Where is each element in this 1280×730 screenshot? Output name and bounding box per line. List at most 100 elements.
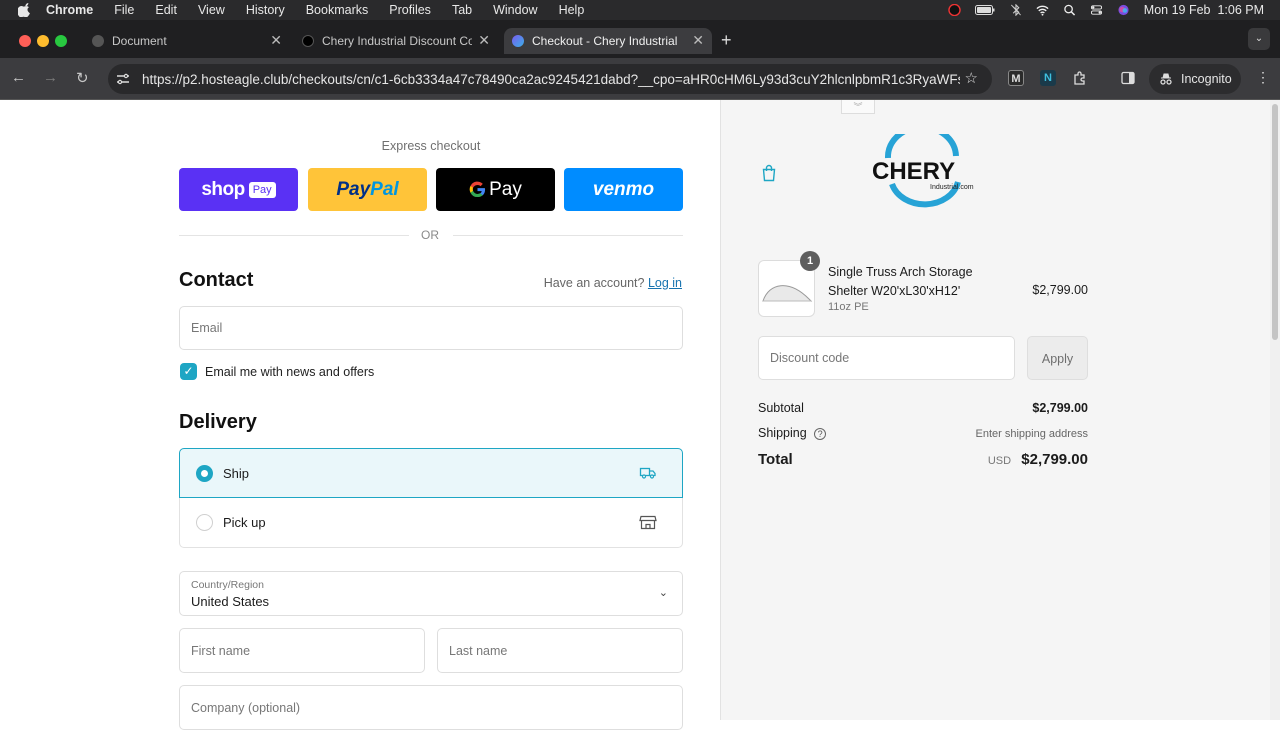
last-name-field[interactable]: Last name	[437, 628, 683, 673]
os-menubar: Chrome File Edit View History Bookmarks …	[0, 0, 1280, 20]
store-icon	[639, 515, 657, 530]
divider	[179, 235, 409, 236]
reload-icon[interactable]: ↻	[76, 69, 89, 87]
tab-favicon-icon	[512, 35, 524, 47]
divider	[453, 235, 683, 236]
spotlight-search-icon[interactable]	[1063, 4, 1076, 16]
incognito-label: Incognito	[1181, 72, 1232, 86]
bookmark-star-icon[interactable]: ☆	[965, 69, 978, 87]
delivery-option-pickup[interactable]: Pick up	[179, 498, 683, 548]
incognito-indicator[interactable]: Incognito	[1149, 64, 1241, 94]
tab-checkout-active[interactable]: Checkout - Chery Industrial ✕	[504, 28, 712, 54]
google-g-icon	[469, 181, 486, 198]
shopping-bag-icon[interactable]	[761, 164, 777, 182]
shop-pay-button[interactable]: shop Pay	[179, 168, 298, 211]
address-bar[interactable]: https://p2.hosteagle.club/checkouts/cn/c…	[108, 64, 992, 94]
pickup-label: Pick up	[223, 515, 266, 530]
back-arrow-icon[interactable]: ←	[11, 69, 26, 86]
window-zoom-button[interactable]	[55, 35, 67, 47]
discount-code-field[interactable]: Discount code	[758, 336, 1015, 380]
google-pay-button[interactable]: Pay	[436, 168, 555, 211]
battery-icon[interactable]	[974, 4, 995, 16]
subtotal-value: $2,799.00	[1032, 401, 1088, 415]
tab-close-icon[interactable]: ✕	[270, 32, 282, 49]
window-minimize-button[interactable]	[37, 35, 49, 47]
account-prompt: Have an account? Log in	[544, 276, 682, 290]
first-name-field[interactable]: First name	[179, 628, 425, 673]
radio-selected[interactable]	[196, 464, 213, 482]
delivery-heading: Delivery	[179, 411, 257, 433]
product-price: $2,799.00	[1032, 283, 1088, 297]
discount-placeholder: Discount code	[770, 351, 850, 365]
tab-title: Document	[112, 34, 167, 48]
site-settings-icon[interactable]	[116, 72, 130, 86]
extensions-puzzle-icon[interactable]	[1072, 70, 1088, 86]
country-region-select[interactable]: Country/Region United States ⌄	[179, 571, 683, 616]
side-panel-icon[interactable]	[1120, 70, 1136, 86]
wifi-icon[interactable]	[1036, 4, 1049, 16]
bluetooth-off-icon[interactable]	[1009, 4, 1022, 16]
menu-app-name[interactable]: Chrome	[46, 3, 93, 17]
status-app-icon[interactable]	[948, 4, 961, 16]
product-name: Single Truss Arch Storage Shelter W20'xL…	[828, 265, 973, 298]
extension-n-icon[interactable]: N	[1040, 70, 1056, 86]
chrome-menu-icon[interactable]: ⋮	[1256, 69, 1270, 86]
menu-file[interactable]: File	[114, 3, 134, 17]
shipping-row: Shipping ? Enter shipping address	[758, 426, 1088, 440]
tab-title: Chery Industrial Discount Co	[322, 34, 472, 48]
tab-favicon-icon	[302, 35, 314, 47]
tab-document[interactable]: Document ✕	[84, 28, 290, 54]
paypal-wordmark-pal: Pal	[370, 178, 399, 200]
menu-view[interactable]: View	[198, 3, 225, 17]
venmo-button[interactable]: venmo	[564, 168, 683, 211]
tab-chery-discount[interactable]: Chery Industrial Discount Co ✕	[294, 28, 498, 54]
truck-icon	[639, 467, 656, 479]
tab-close-icon[interactable]: ✕	[478, 32, 490, 49]
menu-tab[interactable]: Tab	[452, 3, 472, 17]
chery-industrial-logo[interactable]: CHERY Industrial.com	[868, 124, 978, 210]
extension-m-icon[interactable]: M	[1008, 70, 1024, 86]
country-value: United States	[191, 594, 270, 609]
total-label: Total	[758, 451, 793, 468]
menu-history[interactable]: History	[246, 3, 285, 17]
logo-text: CHERY	[872, 158, 955, 185]
control-center-icon[interactable]	[1090, 4, 1103, 16]
menubar-clock[interactable]: Mon 19 Feb 1:06 PM	[1144, 3, 1264, 17]
last-name-placeholder: Last name	[449, 643, 508, 658]
tab-close-icon[interactable]: ✕	[692, 32, 704, 49]
collapse-chevron-icon[interactable]: ︾	[841, 100, 875, 114]
apply-discount-button[interactable]: Apply	[1027, 336, 1088, 380]
company-field[interactable]: Company (optional)	[179, 685, 683, 730]
menubar-status-area: Mon 19 Feb 1:06 PM	[948, 0, 1280, 20]
menu-edit[interactable]: Edit	[155, 3, 177, 17]
login-link[interactable]: Log in	[648, 276, 682, 290]
express-checkout-label: Express checkout	[381, 139, 481, 153]
scrollbar-thumb[interactable]	[1272, 104, 1278, 340]
newsletter-checkbox[interactable]: ✓	[180, 363, 197, 380]
new-tab-button[interactable]: +	[721, 30, 732, 51]
shipping-value: Enter shipping address	[975, 428, 1088, 440]
window-close-button[interactable]	[19, 35, 31, 47]
delivery-option-ship[interactable]: Ship	[179, 448, 683, 498]
siri-icon[interactable]	[1117, 4, 1130, 16]
shipping-info-icon[interactable]: ?	[814, 428, 827, 440]
company-placeholder: Company (optional)	[191, 701, 301, 715]
menu-window[interactable]: Window	[493, 3, 537, 17]
forward-arrow-icon[interactable]: →	[43, 69, 58, 86]
menu-help[interactable]: Help	[559, 3, 585, 17]
subtotal-row: Subtotal $2,799.00	[758, 401, 1088, 415]
subtotal-label: Subtotal	[758, 401, 804, 415]
paypal-button[interactable]: Pay Pal	[308, 168, 427, 211]
chevron-down-icon: ⌄	[658, 587, 668, 599]
total-value: $2,799.00	[1021, 451, 1088, 468]
newsletter-label: Email me with news and offers	[205, 365, 375, 379]
or-separator: OR	[421, 228, 439, 242]
shipping-label: Shipping	[758, 426, 807, 440]
product-variant: 11oz PE	[828, 301, 869, 313]
apple-logo-icon[interactable]	[18, 3, 32, 17]
radio-unselected[interactable]	[196, 514, 213, 531]
menu-bookmarks[interactable]: Bookmarks	[306, 3, 369, 17]
email-field[interactable]: Email	[179, 306, 683, 350]
tab-search-dropdown[interactable]: ⌄	[1248, 28, 1270, 50]
menu-profiles[interactable]: Profiles	[389, 3, 431, 17]
